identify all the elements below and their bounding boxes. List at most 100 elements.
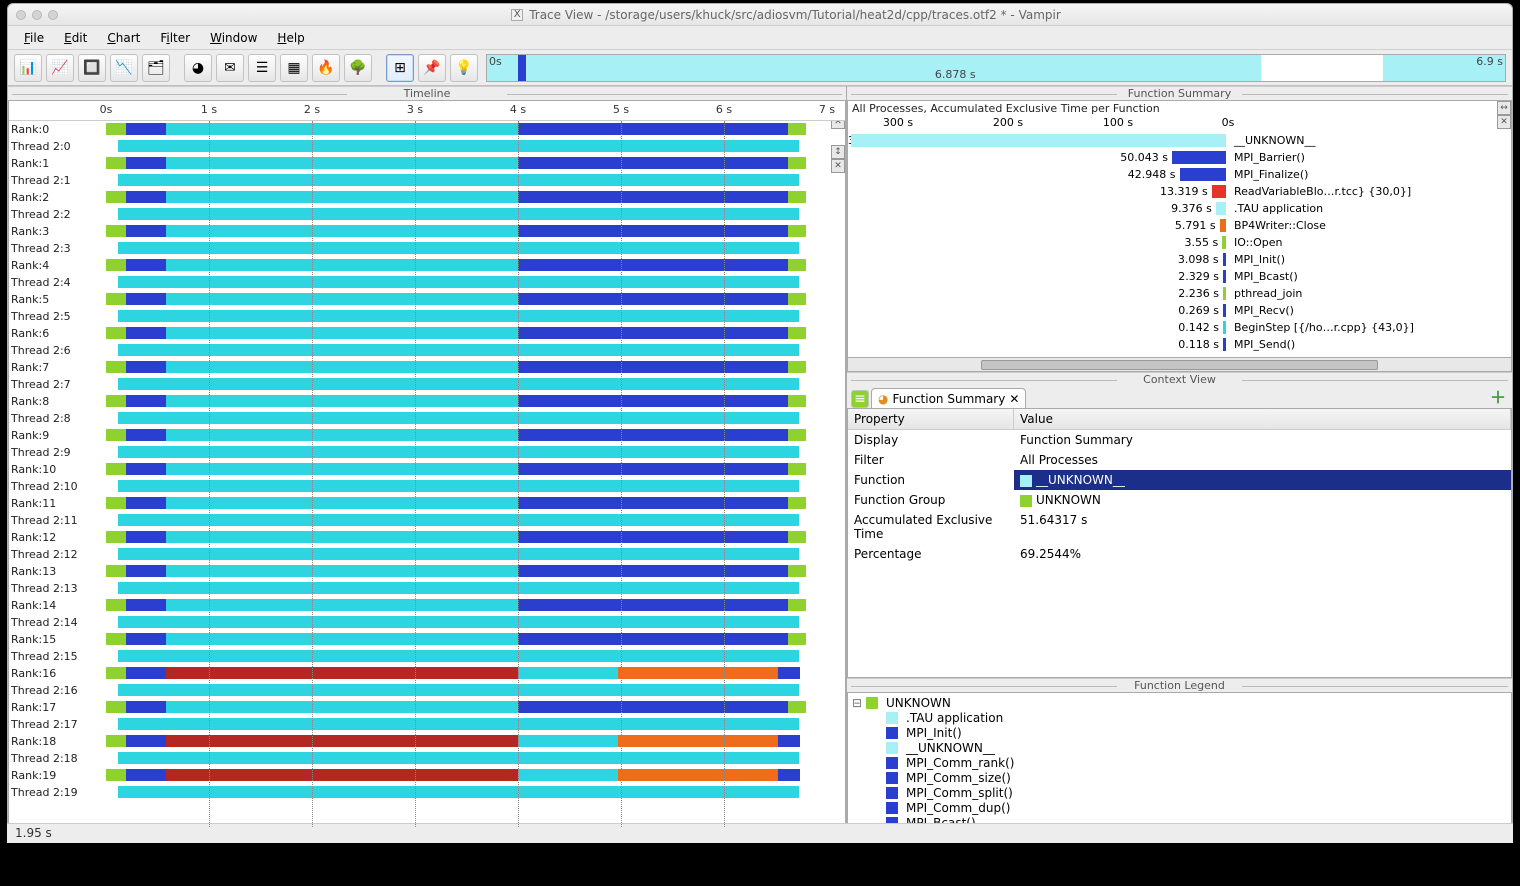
prop-col-val[interactable]: Value — [1014, 409, 1511, 429]
ctx-tab[interactable]: ◕ Function Summary ✕ — [871, 388, 1026, 408]
fs-row[interactable]: 2.236 spthread_join — [848, 285, 1511, 302]
ctx-tab-close-icon[interactable]: ✕ — [1009, 392, 1019, 406]
timeline-row[interactable]: Thread 2:15 — [9, 648, 845, 665]
fs-row[interactable]: 0.269 sMPI_Recv() — [848, 302, 1511, 319]
tb-chart5-icon[interactable]: 🗂 — [142, 54, 170, 82]
timeline-row[interactable]: Rank:5 — [9, 291, 845, 308]
tb-chart1-icon[interactable]: 📊 — [14, 54, 42, 82]
tb-grid-icon[interactable]: ▦ — [280, 54, 308, 82]
legend-item[interactable]: MPI_Comm_rank() — [852, 755, 1507, 770]
tb-flame-icon[interactable]: 🔥 — [312, 54, 340, 82]
fs-row[interactable]: 13.319 sReadVariableBlo…r.tcc} {30,0}] — [848, 183, 1511, 200]
timeline-row[interactable]: Rank:13 — [9, 563, 845, 580]
timeline-row[interactable]: Thread 2:7 — [9, 376, 845, 393]
legend-item[interactable]: MPI_Comm_dup() — [852, 800, 1507, 815]
tb-bulb-icon[interactable]: 💡 — [450, 54, 478, 82]
timeline-row[interactable]: Rank:9 — [9, 427, 845, 444]
timeline-row[interactable]: Rank:12 — [9, 529, 845, 546]
tb-pie-icon[interactable]: ◕ — [184, 54, 212, 82]
menu-help[interactable]: Help — [267, 28, 314, 48]
timeline-row[interactable]: Thread 2:9 — [9, 444, 845, 461]
legend-item[interactable]: __UNKNOWN__ — [852, 740, 1507, 755]
fs-rows[interactable]: 347.026 s__UNKNOWN__50.043 sMPI_Barrier(… — [848, 132, 1511, 357]
legend-pane[interactable]: ⊟UNKNOWN.TAU applicationMPI_Init()__UNKN… — [847, 692, 1512, 842]
timeline-row[interactable]: Rank:2 — [9, 189, 845, 206]
close-dot[interactable] — [16, 10, 26, 20]
timeline-row[interactable]: Thread 2:5 — [9, 308, 845, 325]
property-row[interactable]: Percentage69.2544% — [848, 544, 1511, 564]
prop-col-key[interactable]: Property — [848, 409, 1014, 429]
max-dot[interactable] — [48, 10, 58, 20]
function-summary-pane[interactable]: ↔✕ All Processes, Accumulated Exclusive … — [847, 100, 1512, 372]
legend-item[interactable]: .TAU application — [852, 710, 1507, 725]
timeline-row[interactable]: Thread 2:14 — [9, 614, 845, 631]
menubar[interactable]: File Edit Chart Filter Window Help — [8, 26, 1512, 50]
tb-chart3-icon[interactable]: 🔲 — [78, 54, 106, 82]
menu-window[interactable]: Window — [200, 28, 267, 48]
timeline-row[interactable]: Rank:7 — [9, 359, 845, 376]
timeline-row[interactable]: Thread 2:3 — [9, 240, 845, 257]
timeline-row[interactable]: Rank:11 — [9, 495, 845, 512]
timeline-row[interactable]: Rank:0 — [9, 121, 845, 138]
property-row[interactable]: Accumulated Exclusive Time51.64317 s — [848, 510, 1511, 544]
fs-row[interactable]: 347.026 s__UNKNOWN__ — [848, 132, 1511, 149]
timeline-row[interactable]: Rank:17 — [9, 699, 845, 716]
property-row[interactable]: Function__UNKNOWN__ — [848, 470, 1511, 490]
legend-item[interactable]: MPI_Comm_split() — [852, 785, 1507, 800]
legend-item[interactable]: MPI_Comm_size() — [852, 770, 1507, 785]
tb-pin-icon[interactable]: 📌 — [418, 54, 446, 82]
menu-edit[interactable]: Edit — [54, 28, 97, 48]
ctx-add-tab-icon[interactable]: ＋ — [1490, 384, 1506, 408]
timeline-row[interactable]: Rank:8 — [9, 393, 845, 410]
timeline-row[interactable]: Rank:4 — [9, 257, 845, 274]
timeline-row[interactable]: Rank:10 — [9, 461, 845, 478]
legend-root[interactable]: ⊟UNKNOWN — [852, 695, 1507, 710]
fs-row[interactable]: 42.948 sMPI_Finalize() — [848, 166, 1511, 183]
tb-chart2-icon[interactable]: 📈 — [46, 54, 74, 82]
menu-filter[interactable]: Filter — [150, 28, 200, 48]
fs-expand-icon[interactable]: ↔ — [1497, 101, 1511, 115]
ctx-menu-icon[interactable]: ≡ — [851, 390, 869, 408]
timeline-row[interactable]: Thread 2:19 — [9, 784, 845, 801]
min-dot[interactable] — [32, 10, 42, 20]
timeline-row[interactable]: Thread 2:0 — [9, 138, 845, 155]
fs-row[interactable]: 0.142 sBeginStep [{/ho…r.cpp} {43,0}] — [848, 319, 1511, 336]
property-row[interactable]: DisplayFunction Summary — [848, 430, 1511, 450]
timeline-row[interactable]: Thread 2:2 — [9, 206, 845, 223]
legend-item[interactable]: MPI_Init() — [852, 725, 1507, 740]
timeline-row[interactable]: Rank:18 — [9, 733, 845, 750]
timeline-row[interactable]: Thread 2:13 — [9, 580, 845, 597]
tb-tree-icon[interactable]: 🌳 — [344, 54, 372, 82]
timeline-row[interactable]: Rank:19 — [9, 767, 845, 784]
menu-file[interactable]: File — [14, 28, 54, 48]
timeline-body[interactable]: Rank:0Thread 2:0Rank:1Thread 2:1Rank:2Th… — [9, 121, 845, 827]
timeline-row[interactable]: Thread 2:18 — [9, 750, 845, 767]
tb-layout-icon[interactable]: ⊞ — [386, 54, 414, 82]
timeline-row[interactable]: Thread 2:17 — [9, 716, 845, 733]
timeline-row[interactable]: Thread 2:1 — [9, 172, 845, 189]
timeline-row[interactable]: Rank:3 — [9, 223, 845, 240]
tb-chart4-icon[interactable]: 📉 — [110, 54, 138, 82]
fs-row[interactable]: 3.098 sMPI_Init() — [848, 251, 1511, 268]
timeline-row[interactable]: Thread 2:6 — [9, 342, 845, 359]
fs-row[interactable]: 0.118 sMPI_Send() — [848, 336, 1511, 353]
tb-bars-icon[interactable]: ☰ — [248, 54, 276, 82]
fs-hscroll[interactable] — [848, 357, 1511, 371]
timeline-row[interactable]: Rank:6 — [9, 325, 845, 342]
fs-row[interactable]: 5.791 sBP4Writer::Close — [848, 217, 1511, 234]
property-row[interactable]: FilterAll Processes — [848, 450, 1511, 470]
timeline-row[interactable]: Rank:1 — [9, 155, 845, 172]
timeline-row[interactable]: Thread 2:16 — [9, 682, 845, 699]
timeline-row[interactable]: Rank:14 — [9, 597, 845, 614]
timeline-row[interactable]: Thread 2:8 — [9, 410, 845, 427]
timeline-row[interactable]: Thread 2:12 — [9, 546, 845, 563]
fs-row[interactable]: 9.376 s.TAU application — [848, 200, 1511, 217]
timeline-row[interactable]: Rank:16 — [9, 665, 845, 682]
timeline-pane[interactable]: ↔ ✕ ↕ ✕ 0s1 s2 s3 s4 s5 s6 s7 s Rank:0Th… — [8, 100, 846, 842]
menu-chart[interactable]: Chart — [97, 28, 150, 48]
timeline-row[interactable]: Thread 2:4 — [9, 274, 845, 291]
timeline-row[interactable]: Thread 2:10 — [9, 478, 845, 495]
timeline-row[interactable]: Rank:15 — [9, 631, 845, 648]
window-controls[interactable] — [16, 10, 58, 20]
fs-row[interactable]: 50.043 sMPI_Barrier() — [848, 149, 1511, 166]
